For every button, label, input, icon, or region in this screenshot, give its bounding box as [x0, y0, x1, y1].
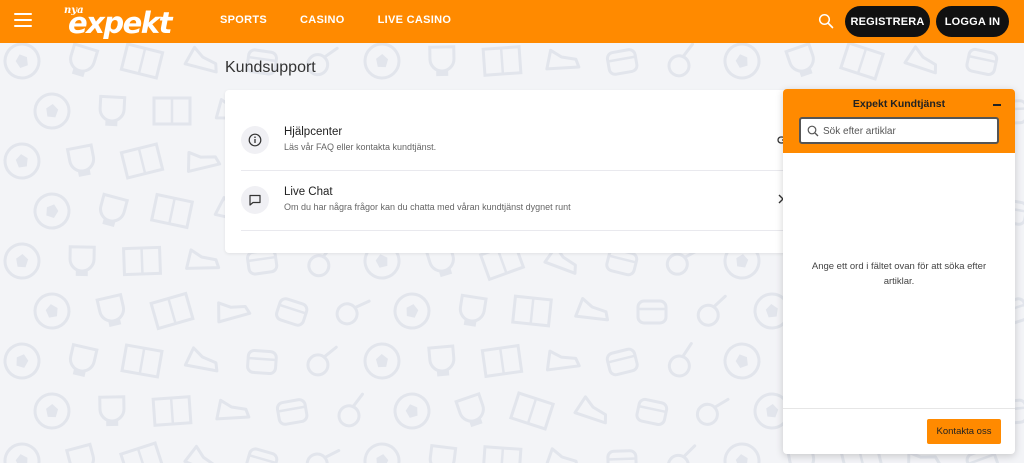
info-icon	[241, 126, 269, 154]
expekt-logo[interactable]: nya expekt	[62, 2, 187, 40]
search-icon	[807, 125, 819, 137]
page-title: Kundsupport	[225, 59, 316, 76]
nav-sports[interactable]: SPORTS	[220, 14, 267, 26]
help-widget-footer: Kontakta oss	[783, 408, 1015, 454]
nav-casino[interactable]: CASINO	[300, 14, 345, 26]
help-center-row[interactable]: Hjälpcenter Läs vår FAQ eller kontakta k…	[241, 111, 793, 171]
register-button[interactable]: REGISTRERA	[845, 6, 930, 37]
article-search-box	[799, 117, 999, 144]
help-widget-header: Expekt Kundtjänst	[783, 89, 1015, 153]
help-center-title: Hjälpcenter	[284, 126, 343, 138]
article-search-input[interactable]	[823, 123, 993, 139]
live-chat-row[interactable]: Live Chat Om du har några frågor kan du …	[241, 171, 785, 231]
search-hint-message: Ange ett ord i fältet ovan för att söka …	[811, 261, 987, 287]
main-nav: SPORTS CASINO LIVE CASINO	[220, 14, 484, 26]
support-card: Hjälpcenter Läs vår FAQ eller kontakta k…	[225, 90, 800, 253]
login-button[interactable]: LOGGA IN	[936, 6, 1009, 37]
live-chat-subtitle: Om du har några frågor kan du chatta med…	[284, 202, 571, 212]
search-icon[interactable]	[818, 13, 834, 29]
help-widget-title: Expekt Kundtjänst	[852, 98, 946, 110]
help-center-subtitle: Läs vår FAQ eller kontakta kundtjänst.	[284, 142, 437, 152]
minimize-icon[interactable]	[993, 104, 1001, 106]
contact-us-button[interactable]: Kontakta oss	[927, 419, 1001, 444]
logo-text: expekt	[68, 6, 172, 40]
top-navigation-bar: nya expekt SPORTS CASINO LIVE CASINO REG…	[0, 0, 1024, 43]
nav-live-casino[interactable]: LIVE CASINO	[378, 14, 452, 26]
live-chat-title: Live Chat	[284, 186, 333, 198]
help-widget: Expekt Kundtjänst Ange ett ord i fältet …	[783, 89, 1015, 454]
hamburger-menu-icon[interactable]	[14, 13, 32, 29]
chat-icon	[241, 186, 269, 214]
